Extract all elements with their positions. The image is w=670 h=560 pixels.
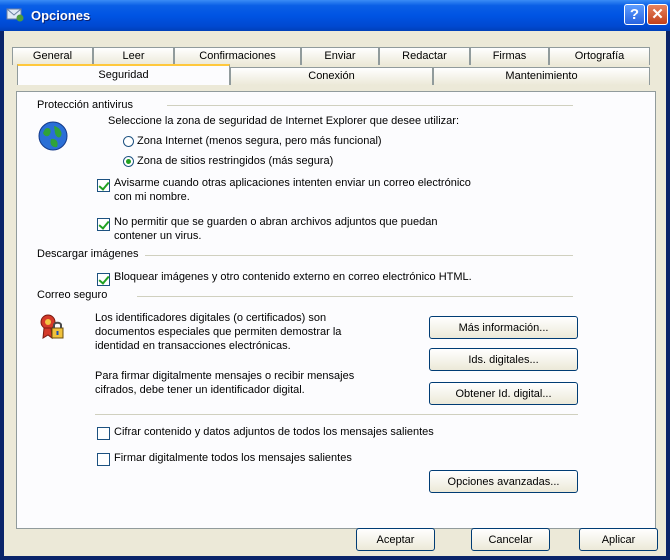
digital-id-desc-line2: documentos especiales que permiten demos… (95, 326, 342, 338)
zone-restricted-label[interactable]: Zona de sitios restringidos (más segura) (137, 154, 333, 168)
certificate-lock-icon (40, 314, 64, 340)
sign-checkbox[interactable] (97, 453, 110, 466)
secure-mail-section-label: Correo seguro (37, 289, 108, 301)
security-panel: Protección antivirus Seleccione la zona … (16, 91, 656, 529)
help-button[interactable]: ? (624, 4, 645, 25)
apply-button[interactable]: Aplicar (579, 528, 658, 551)
tab-leer[interactable]: Leer (93, 47, 174, 65)
options-window: Opciones ? ✕ General Leer Confirmaciones… (0, 0, 670, 560)
more-info-button[interactable]: Más información... (429, 316, 578, 339)
sign-desc-line1: Para firmar digitalmente mensajes o reci… (95, 370, 355, 382)
antivirus-section-label: Protección antivirus (37, 99, 133, 111)
envelope-app-icon (6, 8, 24, 22)
block-attachments-checkbox[interactable] (97, 218, 110, 231)
encrypt-label[interactable]: Cifrar contenido y datos adjuntos de tod… (114, 425, 434, 439)
warn-send-label-line1[interactable]: Avisarme cuando otras aplicaciones inten… (114, 176, 471, 190)
window-title: Opciones (31, 8, 91, 23)
secure-mail-inner-separator (95, 414, 578, 415)
digital-id-desc-line3: identidad en transacciones electrónicas. (95, 340, 291, 352)
zone-internet-label[interactable]: Zona Internet (menos segura, pero más fu… (137, 134, 382, 148)
encrypt-checkbox[interactable] (97, 427, 110, 440)
block-images-label[interactable]: Bloquear imágenes y otro contenido exter… (114, 270, 472, 284)
tab-mantenimiento[interactable]: Mantenimiento (433, 67, 650, 85)
block-attachments-label-line1[interactable]: No permitir que se guarden o abran archi… (114, 215, 438, 229)
zone-prompt-text: Seleccione la zona de seguridad de Inter… (108, 115, 460, 127)
block-images-checkbox[interactable] (97, 273, 110, 286)
tab-confirmaciones[interactable]: Confirmaciones (174, 47, 301, 65)
warn-send-label-line2[interactable]: con mi nombre. (114, 190, 190, 204)
zone-internet-radio[interactable] (123, 136, 134, 147)
advanced-options-button[interactable]: Opciones avanzadas... (429, 470, 578, 493)
dialog-client: General Leer Confirmaciones Enviar Redac… (4, 31, 666, 556)
tab-seguridad[interactable]: Seguridad (17, 64, 230, 85)
warn-send-checkbox[interactable] (97, 179, 110, 192)
tab-conexion[interactable]: Conexión (230, 67, 433, 85)
tab-redactar[interactable]: Redactar (379, 47, 470, 65)
tab-firmas[interactable]: Firmas (470, 47, 549, 65)
sign-label[interactable]: Firmar digitalmente todos los mensajes s… (114, 451, 352, 465)
get-digital-id-button[interactable]: Obtener Id. digital... (429, 382, 578, 405)
tab-general[interactable]: General (12, 47, 93, 65)
digital-ids-button[interactable]: Ids. digitales... (429, 348, 578, 371)
title-bar[interactable]: Opciones ? ✕ (0, 0, 670, 31)
images-separator (145, 255, 573, 256)
close-button[interactable]: ✕ (647, 4, 668, 25)
sign-desc-line2: cifrados, debe tener un identificador di… (95, 384, 305, 396)
ok-button[interactable]: Aceptar (356, 528, 435, 551)
globe-icon (38, 121, 68, 151)
digital-id-desc-line1: Los identificadores digitales (o certifi… (95, 312, 327, 324)
tab-ortografia[interactable]: Ortografía (549, 47, 650, 65)
block-attachments-label-line2[interactable]: contener un virus. (114, 229, 201, 243)
secure-mail-separator (137, 296, 573, 297)
zone-restricted-radio[interactable] (123, 156, 134, 167)
antivirus-separator (167, 105, 573, 106)
tab-enviar[interactable]: Enviar (301, 47, 379, 65)
cancel-button[interactable]: Cancelar (471, 528, 550, 551)
images-section-label: Descargar imágenes (37, 248, 139, 260)
